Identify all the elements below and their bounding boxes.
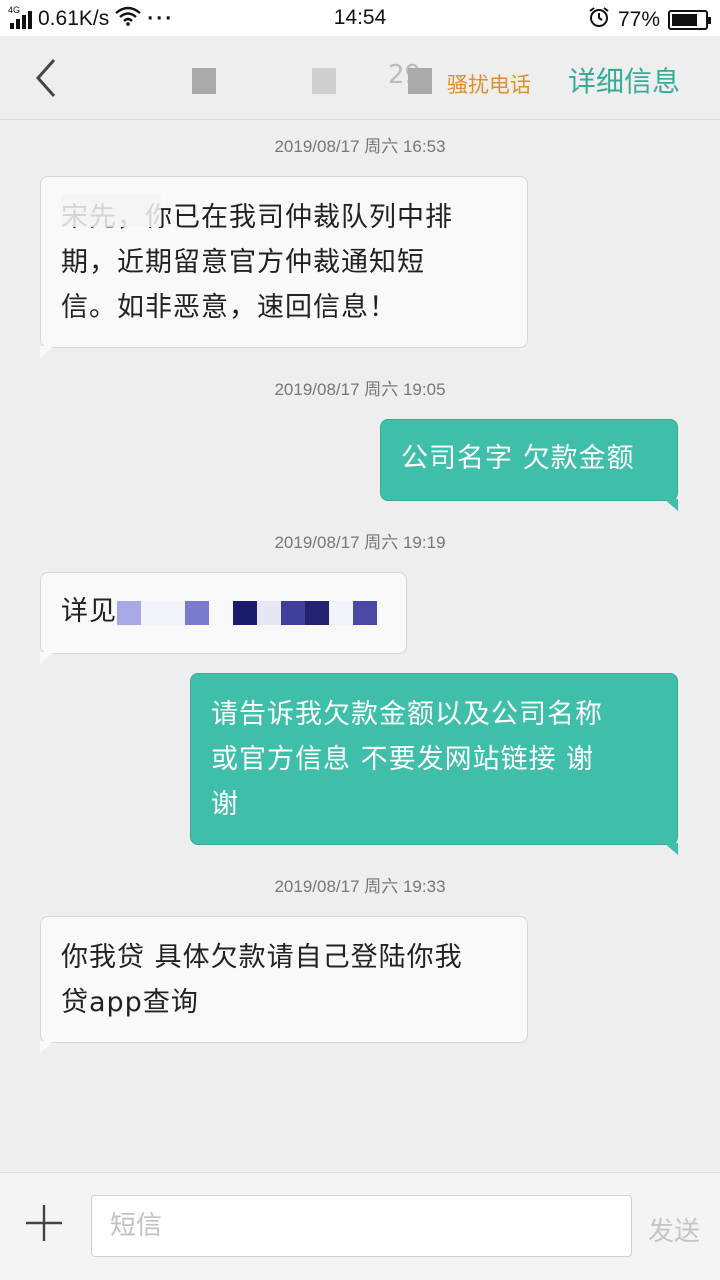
harassment-tag: 骚扰电话 bbox=[447, 73, 531, 97]
message-line: 你我贷 具体欠款请自己登陆你我 bbox=[61, 942, 463, 973]
message-line: 信。如非恶意，速回信息！ bbox=[61, 292, 397, 323]
message-timestamp: 2019/08/17 周六 19:19 bbox=[274, 533, 446, 552]
contact-name-redacted bbox=[192, 68, 216, 94]
message-timestamp: 2019/08/17 周六 19:33 bbox=[274, 877, 446, 896]
details-link[interactable]: 详细信息 bbox=[568, 60, 680, 100]
add-attachment-icon[interactable] bbox=[24, 1203, 64, 1243]
alarm-icon bbox=[588, 6, 610, 34]
message-timestamp: 2019/08/17 周六 19:05 bbox=[274, 380, 446, 399]
battery-icon bbox=[668, 10, 711, 30]
battery-percent: 77% bbox=[617, 8, 660, 31]
contact-name-redacted bbox=[312, 68, 336, 94]
bubble-tail bbox=[40, 1041, 54, 1053]
incoming-message[interactable]: 你我贷 具体欠款请自己登陆你我 贷app查询 bbox=[40, 916, 528, 1043]
message-text: 详见 bbox=[61, 596, 117, 627]
message-line: 贷app查询 bbox=[61, 987, 199, 1018]
message-line: 谢 bbox=[211, 789, 239, 820]
contact-name-redacted bbox=[408, 68, 432, 94]
bubble-tail bbox=[664, 499, 678, 511]
compose-bar: 发送 bbox=[0, 1172, 720, 1280]
redacted-link bbox=[117, 596, 377, 627]
redacted-name bbox=[61, 195, 161, 227]
send-button[interactable]: 发送 bbox=[648, 1211, 700, 1248]
message-input[interactable] bbox=[91, 1195, 632, 1257]
outgoing-message[interactable]: 请告诉我欠款金额以及公司名称 或官方信息 不要发网站链接 谢 谢 bbox=[190, 673, 678, 845]
bubble-tail bbox=[40, 652, 54, 664]
outgoing-message[interactable]: 公司名字 欠款金额 bbox=[380, 419, 678, 501]
bubble-tail bbox=[40, 346, 54, 358]
message-timestamp: 2019/08/17 周六 16:53 bbox=[274, 137, 446, 156]
status-bar: 4G 0.61K/s ··· 14:54 77% bbox=[0, 0, 720, 36]
incoming-message[interactable]: 详见 bbox=[40, 572, 407, 654]
incoming-message[interactable]: 宋先，你已在我司仲裁队列中排 期，近期留意官方仲裁通知短 信。如非恶意，速回信息… bbox=[40, 176, 528, 348]
message-line: 或官方信息 不要发网站链接 谢 bbox=[211, 744, 595, 775]
message-line: 期，近期留意官方仲裁通知短 bbox=[61, 247, 425, 278]
message-line: 公司名字 欠款金额 bbox=[401, 443, 635, 474]
message-line: 请告诉我欠款金额以及公司名称 bbox=[211, 699, 603, 730]
status-right: 77% bbox=[588, 6, 711, 34]
bubble-tail bbox=[664, 843, 678, 855]
back-arrow-icon[interactable] bbox=[30, 56, 66, 100]
conversation-header: 29 骚扰电话 详细信息 bbox=[0, 36, 720, 120]
